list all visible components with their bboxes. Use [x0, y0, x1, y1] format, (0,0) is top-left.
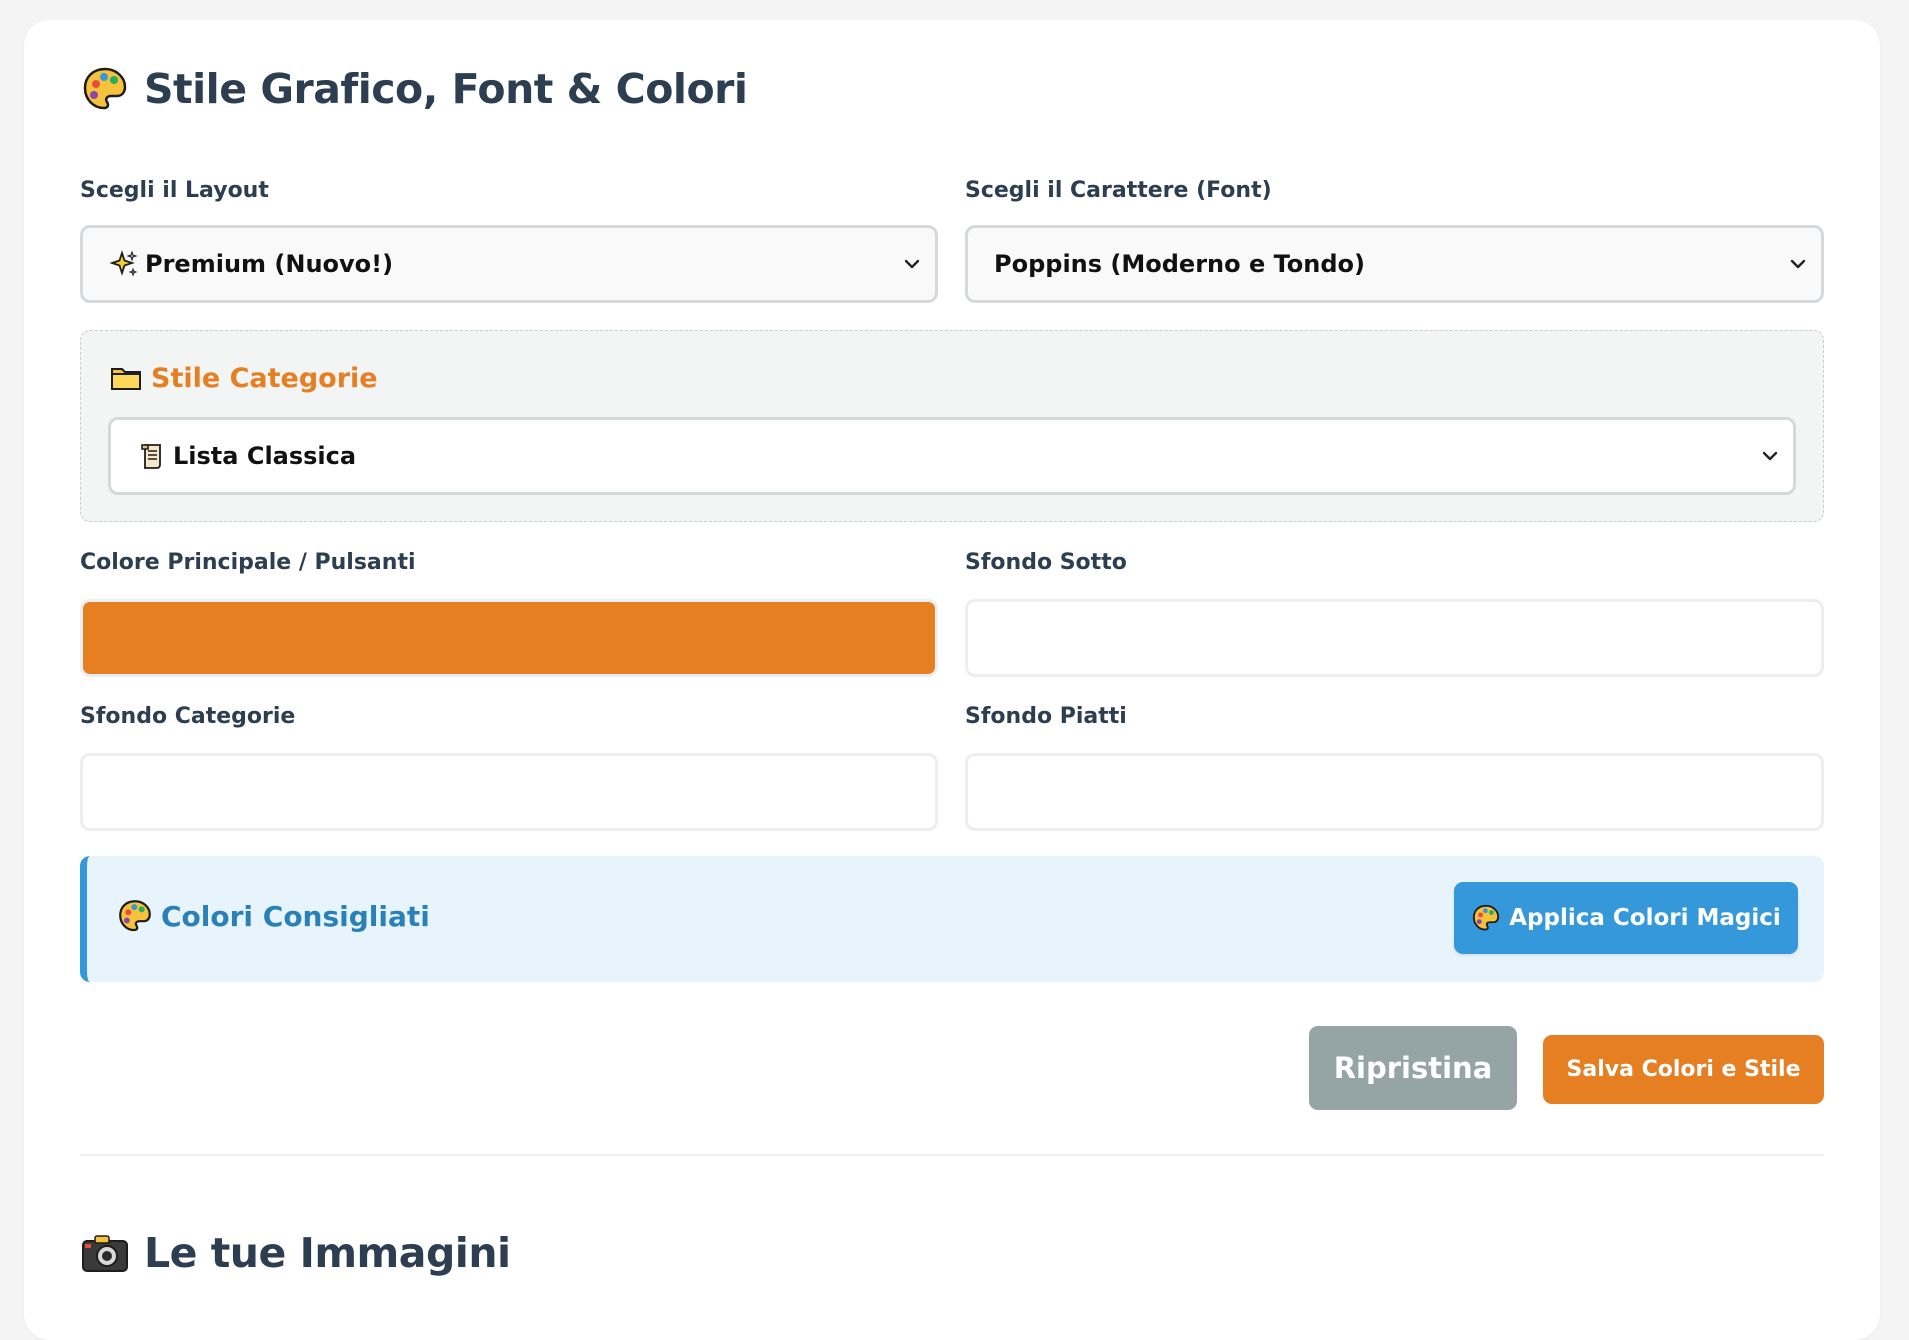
sparkles-icon [109, 249, 139, 279]
bg-dishes-label: Sfondo Piatti [965, 704, 1127, 729]
apply-magic-colors-label: Applica Colori Magici [1509, 905, 1781, 931]
style-section-title: Stile Grafico, Font & Colori [80, 64, 748, 114]
bg-bottom-color-picker[interactable] [965, 599, 1824, 677]
category-style-title: Stile Categorie [109, 361, 378, 395]
camera-icon [80, 1228, 130, 1278]
reset-button[interactable]: Ripristina [1309, 1026, 1517, 1110]
bg-categories-label: Sfondo Categorie [80, 704, 296, 729]
layout-label: Scegli il Layout [80, 178, 269, 203]
save-button[interactable]: Salva Colori e Stile [1543, 1035, 1824, 1104]
category-style-select-value: Lista Classica [173, 442, 357, 470]
chevron-down-icon [1762, 451, 1778, 461]
palette-icon [1471, 903, 1501, 933]
images-section-title: Le tue Immagini [80, 1228, 511, 1278]
page-title: Stile Grafico, Font & Colori [144, 65, 748, 113]
folder-icon [109, 361, 143, 395]
palette-icon [117, 898, 153, 934]
font-label: Scegli il Carattere (Font) [965, 178, 1272, 203]
suggested-colors-box: Colori Consigliati Applica Colori Magici [80, 856, 1824, 982]
suggested-colors-title: Colori Consigliati [117, 898, 430, 934]
primary-color-picker[interactable] [80, 599, 938, 677]
category-style-title-text: Stile Categorie [151, 362, 378, 394]
layout-select[interactable]: Premium (Nuovo!) [80, 225, 938, 303]
palette-icon [80, 64, 130, 114]
apply-magic-colors-button[interactable]: Applica Colori Magici [1454, 882, 1798, 954]
bg-bottom-label: Sfondo Sotto [965, 550, 1127, 575]
images-section-title-text: Le tue Immagini [144, 1229, 511, 1277]
layout-select-value: Premium (Nuovo!) [145, 250, 394, 278]
scroll-icon [137, 441, 167, 471]
category-style-panel: Stile Categorie Lista Classica [80, 330, 1824, 522]
primary-color-label: Colore Principale / Pulsanti [80, 550, 416, 575]
chevron-down-icon [904, 259, 920, 269]
category-style-select[interactable]: Lista Classica [108, 417, 1796, 495]
bg-dishes-color-picker[interactable] [965, 753, 1824, 831]
bg-categories-color-picker[interactable] [80, 753, 938, 831]
font-select[interactable]: Poppins (Moderno e Tondo) [965, 225, 1824, 303]
settings-card: Stile Grafico, Font & Colori Scegli il L… [24, 20, 1880, 1340]
suggested-colors-title-text: Colori Consigliati [161, 899, 430, 933]
chevron-down-icon [1790, 259, 1806, 269]
section-divider [80, 1154, 1824, 1156]
font-select-value: Poppins (Moderno e Tondo) [994, 250, 1365, 278]
